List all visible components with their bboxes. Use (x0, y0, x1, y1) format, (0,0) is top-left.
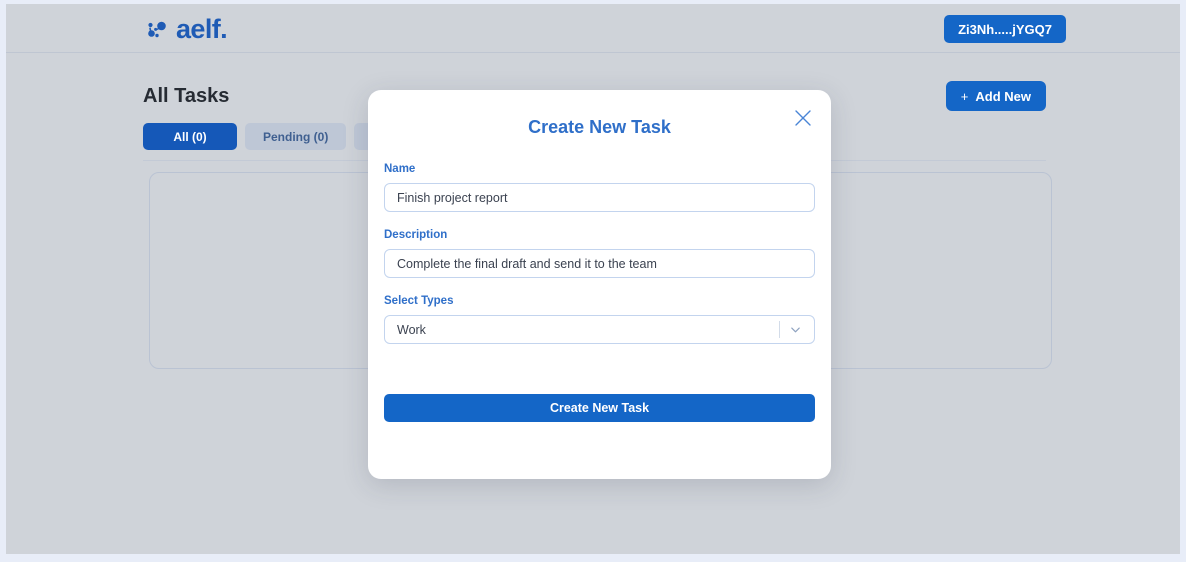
browser-bottom-edge (0, 554, 1186, 562)
task-type-selected-value: Work (397, 322, 426, 337)
page-title: All Tasks (143, 85, 230, 107)
task-type-select-wrapper: Work (384, 315, 815, 344)
task-type-label: Select Types (384, 295, 454, 307)
task-description-label: Description (384, 229, 448, 241)
create-task-submit-button[interactable]: Create New Task (384, 394, 815, 422)
add-new-label: Add New (975, 88, 1031, 104)
create-task-modal: Create New Task Name Description Select … (368, 90, 831, 479)
brand-wordmark: aelf. (176, 14, 228, 44)
add-new-button[interactable]: + Add New (945, 81, 1046, 111)
task-name-label: Name (384, 163, 416, 175)
brand-logo[interactable]: aelf. (144, 14, 228, 44)
task-name-input[interactable] (384, 183, 815, 212)
task-description-input[interactable] (384, 249, 815, 278)
tab-all[interactable]: All (0) (143, 123, 237, 150)
aelf-dots-icon (144, 17, 170, 43)
close-icon[interactable] (789, 104, 817, 132)
browser-viewport: aelf. Zi3Nh.....jYGQ7 All Tasks + Add Ne… (6, 4, 1180, 554)
task-type-select[interactable]: Work (384, 315, 815, 344)
plus-icon: + (960, 88, 969, 104)
select-separator (779, 321, 780, 338)
modal-title: Create New Task (528, 117, 671, 137)
task-name-field: Name (384, 162, 815, 212)
wallet-address-button[interactable]: Zi3Nh.....jYGQ7 (944, 15, 1066, 43)
chevron-down-icon[interactable] (786, 315, 804, 344)
task-description-field: Description (384, 228, 815, 278)
task-type-field: Select Types Work (384, 294, 815, 344)
tab-pending[interactable]: Pending (0) (245, 123, 347, 150)
modal-form: Name Description Select Types Work (384, 162, 815, 360)
top-navigation-bar: aelf. Zi3Nh.....jYGQ7 (6, 4, 1180, 53)
